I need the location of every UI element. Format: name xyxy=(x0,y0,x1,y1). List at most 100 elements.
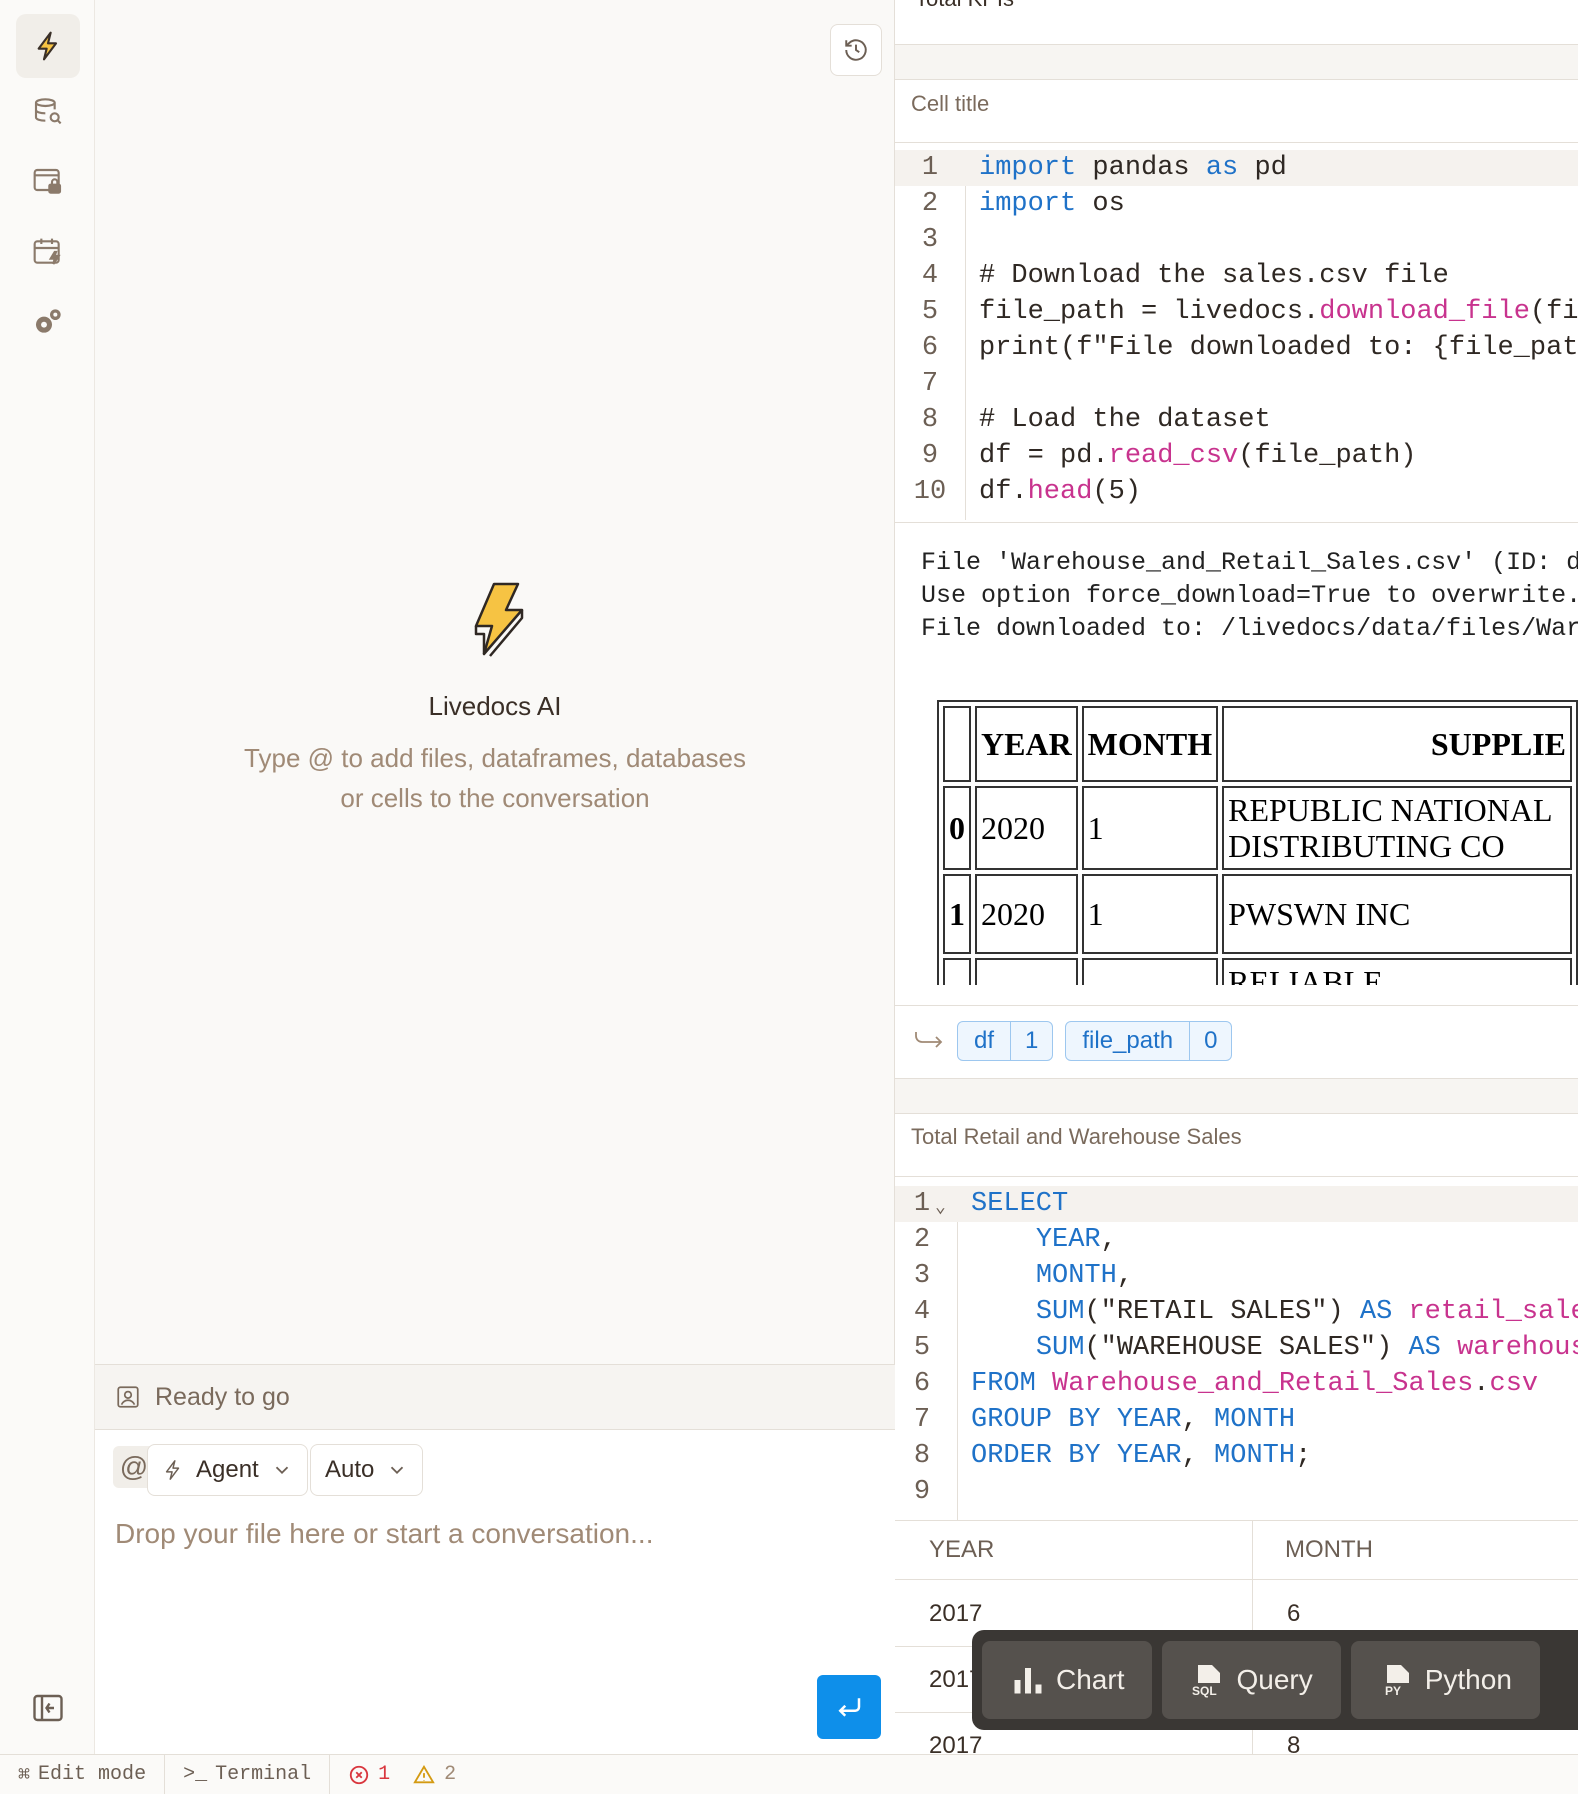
chat-empty-state: Livedocs AI Type @ to add files, datafra… xyxy=(95,580,895,818)
line-number: 3 xyxy=(913,1261,931,1291)
calendar-bolt-icon xyxy=(33,238,61,265)
output-variables: df 1 file_path 0 xyxy=(895,1010,1578,1072)
python-file-icon: PY xyxy=(1385,1665,1409,1698)
model-select-label: Auto xyxy=(325,1456,375,1483)
line-number: 10 xyxy=(913,477,947,507)
history-button[interactable] xyxy=(830,24,882,76)
line-number: 9 xyxy=(921,441,939,471)
rail-secrets-button[interactable] xyxy=(16,150,80,214)
edit-mode-item[interactable]: ⌘ Edit mode xyxy=(0,1754,166,1794)
row-index: 1 xyxy=(943,874,971,954)
livedocs-bolt-logo-icon xyxy=(474,582,524,657)
line-number: 7 xyxy=(913,1405,931,1435)
result-cell: 2017 xyxy=(929,1732,983,1754)
variable-chip-file-path[interactable]: file_path 0 xyxy=(1065,1021,1233,1061)
bolt-icon xyxy=(37,31,58,61)
sql-tag: SQL xyxy=(1192,1684,1217,1698)
chat-status-bar: Ready to go xyxy=(95,1364,895,1430)
line-number: 9 xyxy=(913,1477,931,1507)
table-cell: 2020 xyxy=(975,874,1078,954)
error-circle-icon xyxy=(349,1765,369,1784)
column-header[interactable]: YEAR xyxy=(929,1536,994,1564)
bolt-outline-icon xyxy=(165,1460,180,1480)
problems-item[interactable]: 1 2 xyxy=(330,1755,474,1794)
fold-chevron-icon[interactable]: ⌄ xyxy=(935,1190,946,1226)
table-header xyxy=(943,706,971,782)
chat-composer: @ Agent Auto Drop your file here or star… xyxy=(95,1430,895,1754)
variable-chip-df[interactable]: df 1 xyxy=(957,1021,1054,1061)
footer-status-bar: ⌘ Edit mode >_ Terminal 1 2 xyxy=(0,1754,1578,1794)
line-number: 1 xyxy=(921,153,939,183)
return-arrow-icon xyxy=(915,1032,943,1048)
table-row: 1 2020 1 PWSWN INC xyxy=(943,874,1572,954)
collapse-sidebar-icon[interactable] xyxy=(30,1690,66,1726)
terminal-item[interactable]: >_ Terminal xyxy=(165,1754,331,1794)
row-index: 0 xyxy=(943,786,971,870)
result-cell: 6 xyxy=(1287,1600,1301,1627)
sql-code-editor[interactable]: 1 ⌄ SELECT 2 YEAR, 3 MONTH, 4 SUM("RETAIL … xyxy=(895,1186,1578,1520)
stdout-line: File 'Warehouse_and_Retail_Sales.csv' (I… xyxy=(921,548,1578,577)
rail-ai-button[interactable] xyxy=(16,14,80,78)
gears-icon xyxy=(36,309,61,333)
stdout-line: File downloaded to: /livedocs/data/files… xyxy=(921,614,1578,643)
rail-databases-button[interactable] xyxy=(16,80,80,144)
table-cell: REPUBLIC NATIONAL DISTRIBUTING CO xyxy=(1222,786,1572,870)
cell-title[interactable]: Cell title xyxy=(895,72,1578,136)
table-header: MONTH xyxy=(1081,706,1219,782)
mode-select-label: Agent xyxy=(196,1456,259,1483)
warning-count: 2 xyxy=(444,1763,457,1786)
variable-name: file_path xyxy=(1082,1027,1174,1054)
rail-schedule-button[interactable] xyxy=(16,220,80,284)
sql-cell-title[interactable]: Total Retail and Warehouse Sales xyxy=(895,1105,1578,1169)
chat-status-text: Ready to go xyxy=(155,1382,290,1411)
line-number: 2 xyxy=(913,1225,931,1255)
variable-count: 0 xyxy=(1189,1022,1231,1060)
add-python-button[interactable]: PY Python xyxy=(1350,1641,1540,1719)
terminal-label: Terminal xyxy=(215,1763,312,1786)
add-query-button[interactable]: SQL Query xyxy=(1162,1641,1341,1719)
error-count: 1 xyxy=(378,1763,391,1786)
stdout-line: Use option force_download=True to overwr… xyxy=(921,581,1578,610)
line-number: 3 xyxy=(921,225,939,255)
model-select[interactable]: Auto xyxy=(310,1444,424,1496)
add-python-label: Python xyxy=(1424,1664,1512,1695)
top-cell-title[interactable]: Total KPIs xyxy=(915,0,1014,12)
edit-mode-label: Edit mode xyxy=(38,1763,147,1786)
command-key-icon: ⌘ xyxy=(18,1764,31,1788)
table-cell xyxy=(975,958,1078,985)
ai-chat-panel: Livedocs AI Type @ to add files, datafra… xyxy=(95,0,895,1754)
warning-triangle-icon xyxy=(413,1764,435,1783)
enter-arrow-icon xyxy=(838,1698,861,1717)
chevron-down-icon xyxy=(391,1466,404,1475)
line-number: 7 xyxy=(921,369,939,399)
chat-input[interactable]: Drop your file here or start a conversat… xyxy=(115,1518,653,1550)
sql-file-icon: SQL xyxy=(1192,1665,1221,1698)
table-header-row: YEAR MONTH SUPPLIE xyxy=(943,706,1572,782)
py-tag: PY xyxy=(1385,1684,1401,1698)
icon-rail xyxy=(0,0,95,1754)
table-cell: 1 xyxy=(1081,786,1219,870)
add-chart-label: Chart xyxy=(1056,1664,1125,1695)
line-number: 4 xyxy=(913,1297,931,1327)
table-header: YEAR xyxy=(975,706,1078,782)
dataframe-table: YEAR MONTH SUPPLIE 0 2020 1 REPUBLIC NAT… xyxy=(937,700,1578,985)
bar-chart-icon xyxy=(1014,1668,1042,1694)
variable-count: 1 xyxy=(1010,1022,1052,1060)
chat-subtitle-line-1: Type @ to add files, dataframes, databas… xyxy=(244,743,746,773)
python-code-editor[interactable]: 1 import pandas as pd 2 import os 3 4 # Dow… xyxy=(895,150,1578,520)
result-cell: 8 xyxy=(1287,1732,1301,1754)
line-number: 6 xyxy=(913,1369,931,1399)
add-chart-button[interactable]: Chart xyxy=(982,1641,1153,1719)
line-number: 4 xyxy=(921,261,939,291)
mode-select[interactable]: Agent xyxy=(147,1444,308,1496)
table-cell xyxy=(1081,958,1219,985)
rail-settings-button[interactable] xyxy=(16,290,80,354)
variable-name: df xyxy=(974,1027,995,1054)
table-header: SUPPLIE xyxy=(1222,706,1572,782)
table-cell: 2020 xyxy=(975,786,1078,870)
send-button[interactable] xyxy=(817,1675,881,1739)
column-header[interactable]: MONTH xyxy=(1285,1536,1373,1564)
chevron-down-icon xyxy=(275,1466,288,1475)
line-number: 6 xyxy=(921,333,939,363)
line-number: 5 xyxy=(921,297,939,327)
